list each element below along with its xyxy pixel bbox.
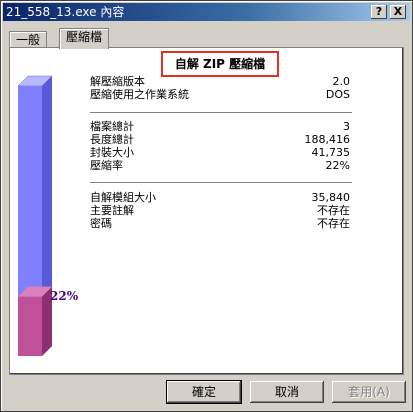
cancel-button[interactable]: 取消 — [250, 381, 324, 403]
row-label: 長度總計 — [90, 133, 134, 146]
row-label: 解壓縮版本 — [90, 75, 145, 88]
row-label: 壓縮率 — [90, 159, 123, 172]
row-packed-size: 封裝大小 41,735 — [90, 146, 350, 159]
help-button[interactable]: ? — [371, 5, 387, 19]
compression-gauge — [17, 75, 53, 356]
row-sfx-module-size: 自解模組大小 35,840 — [90, 191, 350, 204]
row-value: 35,840 — [311, 191, 351, 204]
row-label: 主要註解 — [90, 204, 134, 217]
row-label: 自解模組大小 — [90, 191, 156, 204]
gauge-percent-label: 22% — [50, 288, 79, 303]
section-title: 自解 ZIP 壓縮檔 — [161, 51, 279, 77]
row-value: 2.0 — [332, 75, 351, 88]
close-button[interactable]: X — [390, 5, 406, 19]
row-label: 密碼 — [90, 217, 112, 230]
title-bar: 21_558_13.exe 內容 ? X — [3, 3, 410, 21]
row-value: 22% — [325, 159, 350, 172]
archive-panel: 自解 ZIP 壓縮檔 22% 解壓縮版本 2.0 壓縮使用之作業系統 DOS 檔… — [9, 47, 404, 375]
properties-dialog: 21_558_13.exe 內容 ? X 一般 壓縮檔 自解 ZIP 壓縮檔 2… — [0, 0, 413, 412]
row-total-length: 長度總計 188,416 — [90, 133, 350, 146]
tab-strip: 一般 壓縮檔 — [9, 27, 404, 49]
window-title: 21_558_13.exe 內容 — [6, 5, 125, 19]
row-value: 不存在 — [317, 204, 350, 217]
gauge-fill-front — [18, 296, 42, 356]
row-extract-version: 解壓縮版本 2.0 — [90, 75, 350, 88]
row-compression-ratio: 壓縮率 22% — [90, 159, 350, 172]
tab-archive[interactable]: 壓縮檔 — [59, 28, 110, 49]
apply-button-label: 套用(A) — [348, 385, 390, 399]
apply-button[interactable]: 套用(A) — [332, 381, 406, 403]
divider — [90, 112, 352, 114]
row-label: 檔案總計 — [90, 120, 134, 133]
row-value: DOS — [325, 88, 350, 101]
ok-button[interactable]: 確定 — [166, 380, 242, 404]
row-os: 壓縮使用之作業系統 DOS — [90, 88, 350, 101]
row-value: 41,735 — [311, 146, 351, 159]
row-password: 密碼 不存在 — [90, 217, 350, 230]
row-label: 封裝大小 — [90, 146, 134, 159]
divider — [90, 182, 352, 184]
row-main-comment: 主要註解 不存在 — [90, 204, 350, 217]
row-value: 188,416 — [304, 133, 351, 146]
row-file-count: 檔案總計 3 — [90, 120, 350, 133]
row-label: 壓縮使用之作業系統 — [90, 88, 189, 101]
row-value: 不存在 — [317, 217, 350, 230]
row-value: 3 — [343, 120, 350, 133]
